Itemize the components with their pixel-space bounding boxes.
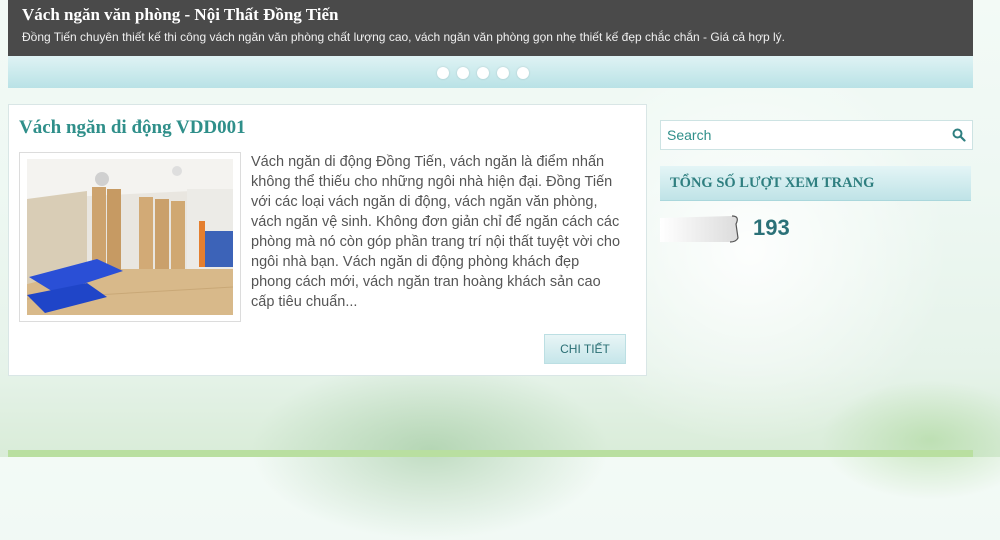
search-icon[interactable] (952, 128, 966, 142)
pageviews-heading-text: TỔNG SỐ LƯỢT XEM TRANG (670, 175, 875, 191)
pageviews-count: 193 (753, 215, 790, 240)
slider-dot[interactable] (497, 67, 509, 79)
slider-dot[interactable] (457, 67, 469, 79)
slider-dot[interactable] (517, 67, 529, 79)
search-input[interactable] (661, 121, 941, 149)
slider-dot[interactable] (437, 67, 449, 79)
background-leaf (820, 380, 1000, 500)
site-header: Vách ngăn văn phòng - Nội Thất Đồng Tiến… (8, 0, 973, 56)
post-excerpt: Vách ngăn di động Đồng Tiến, vách ngăn l… (251, 154, 621, 310)
post-title[interactable]: Vách ngăn di động VDD001 (19, 117, 246, 139)
slider-dot[interactable] (477, 67, 489, 79)
slider-dots (437, 67, 529, 79)
read-more-button[interactable]: CHI TIẾT (544, 334, 626, 364)
search-box (660, 120, 973, 150)
site-title[interactable]: Vách ngăn văn phòng - Nội Thất Đồng Tiến (22, 5, 339, 25)
site-description: Đồng Tiến chuyên thiết kế thi công vách … (22, 30, 785, 44)
pageviews-graph-icon (660, 215, 739, 243)
post-card: Vách ngăn di động VDD001 Vách ngăn di độ… (8, 104, 647, 376)
room-partition-photo (27, 159, 233, 315)
post-thumbnail[interactable] (19, 152, 241, 322)
footer-strip (8, 450, 973, 457)
pageviews-widget-heading: TỔNG SỐ LƯỢT XEM TRANG (660, 166, 971, 201)
